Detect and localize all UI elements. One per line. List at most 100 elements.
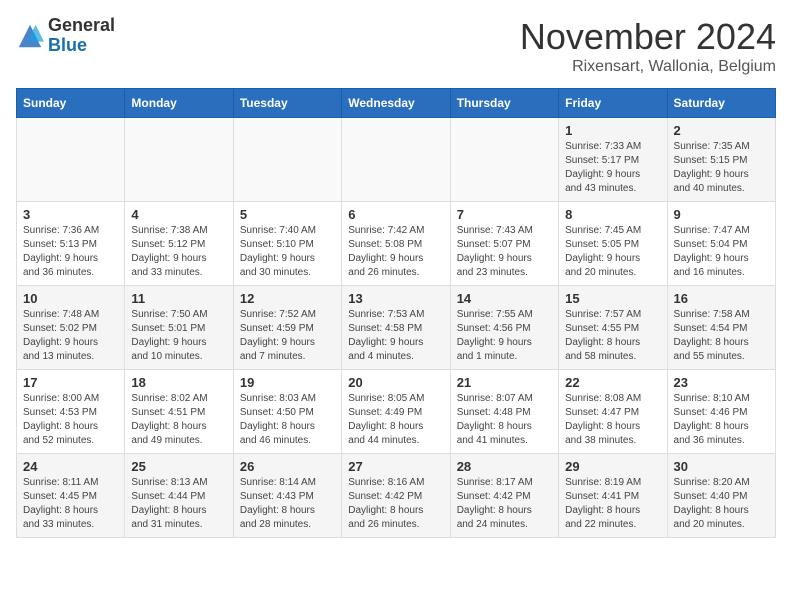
day-number: 24 — [23, 459, 118, 474]
day-number: 12 — [240, 291, 335, 306]
day-detail: Sunrise: 8:16 AM Sunset: 4:42 PM Dayligh… — [348, 476, 443, 532]
day-detail: Sunrise: 7:57 AM Sunset: 4:55 PM Dayligh… — [565, 308, 660, 364]
day-cell — [450, 118, 558, 202]
week-row-3: 10Sunrise: 7:48 AM Sunset: 5:02 PM Dayli… — [17, 286, 776, 370]
logo-text: General Blue — [48, 16, 115, 56]
day-detail: Sunrise: 8:10 AM Sunset: 4:46 PM Dayligh… — [674, 392, 769, 448]
calendar-table: SundayMondayTuesdayWednesdayThursdayFrid… — [16, 88, 776, 538]
day-detail: Sunrise: 8:03 AM Sunset: 4:50 PM Dayligh… — [240, 392, 335, 448]
day-cell — [342, 118, 450, 202]
day-number: 26 — [240, 459, 335, 474]
day-detail: Sunrise: 7:33 AM Sunset: 5:17 PM Dayligh… — [565, 140, 660, 196]
header: General Blue November 2024 Rixensart, Wa… — [16, 16, 776, 76]
day-number: 6 — [348, 207, 443, 222]
day-detail: Sunrise: 8:19 AM Sunset: 4:41 PM Dayligh… — [565, 476, 660, 532]
day-cell: 25 Sunrise: 8:13 AM Sunset: 4:44 PM Dayli… — [125, 454, 233, 538]
day-number: 17 — [23, 375, 118, 390]
day-detail: Sunrise: 7:55 AM Sunset: 4:56 PM Dayligh… — [457, 308, 552, 364]
day-cell: 6 Sunrise: 7:42 AM Sunset: 5:08 PM Daylig… — [342, 202, 450, 286]
day-detail: Sunrise: 7:47 AM Sunset: 5:04 PM Dayligh… — [674, 224, 769, 280]
day-cell: 24 Sunrise: 8:11 AM Sunset: 4:45 PM Dayli… — [17, 454, 125, 538]
day-detail: Sunrise: 7:43 AM Sunset: 5:07 PM Dayligh… — [457, 224, 552, 280]
day-detail: Sunrise: 7:50 AM Sunset: 5:01 PM Dayligh… — [131, 308, 226, 364]
day-detail: Sunrise: 8:11 AM Sunset: 4:45 PM Dayligh… — [23, 476, 118, 532]
day-detail: Sunrise: 7:42 AM Sunset: 5:08 PM Dayligh… — [348, 224, 443, 280]
day-number: 9 — [674, 207, 769, 222]
day-cell: 18Sunrise: 8:02 AM Sunset: 4:51 PM Dayli… — [125, 370, 233, 454]
day-number: 5 — [240, 207, 335, 222]
day-detail: Sunrise: 7:45 AM Sunset: 5:05 PM Dayligh… — [565, 224, 660, 280]
header-monday: Monday — [125, 89, 233, 118]
day-number: 20 — [348, 375, 443, 390]
header-row: SundayMondayTuesdayWednesdayThursdayFrid… — [17, 89, 776, 118]
day-detail: Sunrise: 8:17 AM Sunset: 4:42 PM Dayligh… — [457, 476, 552, 532]
day-detail: Sunrise: 7:52 AM Sunset: 4:59 PM Dayligh… — [240, 308, 335, 364]
day-cell: 22 Sunrise: 8:08 AM Sunset: 4:47 PM Dayli… — [559, 370, 667, 454]
day-detail: Sunrise: 8:05 AM Sunset: 4:49 PM Dayligh… — [348, 392, 443, 448]
week-row-2: 3Sunrise: 7:36 AM Sunset: 5:13 PM Daylig… — [17, 202, 776, 286]
location-title: Rixensart, Wallonia, Belgium — [520, 58, 776, 76]
day-cell: 5 Sunrise: 7:40 AM Sunset: 5:10 PM Daylig… — [233, 202, 341, 286]
week-row-1: 1 Sunrise: 7:33 AM Sunset: 5:17 PM Daylig… — [17, 118, 776, 202]
day-number: 22 — [565, 375, 660, 390]
day-cell — [17, 118, 125, 202]
day-number: 7 — [457, 207, 552, 222]
day-detail: Sunrise: 8:00 AM Sunset: 4:53 PM Dayligh… — [23, 392, 118, 448]
title-area: November 2024 Rixensart, Wallonia, Belgi… — [520, 16, 776, 76]
month-title: November 2024 — [520, 16, 776, 58]
day-number: 13 — [348, 291, 443, 306]
day-cell — [125, 118, 233, 202]
day-number: 23 — [674, 375, 769, 390]
day-detail: Sunrise: 8:14 AM Sunset: 4:43 PM Dayligh… — [240, 476, 335, 532]
day-cell: 2Sunrise: 7:35 AM Sunset: 5:15 PM Daylig… — [667, 118, 775, 202]
day-cell: 29 Sunrise: 8:19 AM Sunset: 4:41 PM Dayli… — [559, 454, 667, 538]
header-saturday: Saturday — [667, 89, 775, 118]
calendar-body: 1 Sunrise: 7:33 AM Sunset: 5:17 PM Daylig… — [17, 118, 776, 538]
day-detail: Sunrise: 7:58 AM Sunset: 4:54 PM Dayligh… — [674, 308, 769, 364]
header-thursday: Thursday — [450, 89, 558, 118]
day-detail: Sunrise: 8:08 AM Sunset: 4:47 PM Dayligh… — [565, 392, 660, 448]
day-cell: 28 Sunrise: 8:17 AM Sunset: 4:42 PM Dayli… — [450, 454, 558, 538]
logo-icon — [16, 22, 44, 50]
week-row-5: 24 Sunrise: 8:11 AM Sunset: 4:45 PM Dayli… — [17, 454, 776, 538]
day-detail: Sunrise: 7:48 AM Sunset: 5:02 PM Dayligh… — [23, 308, 118, 364]
day-number: 3 — [23, 207, 118, 222]
day-detail: Sunrise: 7:38 AM Sunset: 5:12 PM Dayligh… — [131, 224, 226, 280]
day-cell: 7 Sunrise: 7:43 AM Sunset: 5:07 PM Daylig… — [450, 202, 558, 286]
header-tuesday: Tuesday — [233, 89, 341, 118]
header-sunday: Sunday — [17, 89, 125, 118]
day-number: 15 — [565, 291, 660, 306]
day-detail: Sunrise: 8:07 AM Sunset: 4:48 PM Dayligh… — [457, 392, 552, 448]
day-cell: 15 Sunrise: 7:57 AM Sunset: 4:55 PM Dayli… — [559, 286, 667, 370]
day-cell: 23 Sunrise: 8:10 AM Sunset: 4:46 PM Dayli… — [667, 370, 775, 454]
day-cell: 12 Sunrise: 7:52 AM Sunset: 4:59 PM Dayli… — [233, 286, 341, 370]
day-detail: Sunrise: 8:02 AM Sunset: 4:51 PM Dayligh… — [131, 392, 226, 448]
calendar-header: SundayMondayTuesdayWednesdayThursdayFrid… — [17, 89, 776, 118]
day-cell: 16Sunrise: 7:58 AM Sunset: 4:54 PM Dayli… — [667, 286, 775, 370]
day-cell: 20 Sunrise: 8:05 AM Sunset: 4:49 PM Dayli… — [342, 370, 450, 454]
day-number: 28 — [457, 459, 552, 474]
day-detail: Sunrise: 8:20 AM Sunset: 4:40 PM Dayligh… — [674, 476, 769, 532]
day-number: 1 — [565, 123, 660, 138]
day-number: 4 — [131, 207, 226, 222]
day-cell: 30 Sunrise: 8:20 AM Sunset: 4:40 PM Dayli… — [667, 454, 775, 538]
day-cell: 26 Sunrise: 8:14 AM Sunset: 4:43 PM Dayli… — [233, 454, 341, 538]
day-number: 29 — [565, 459, 660, 474]
day-number: 30 — [674, 459, 769, 474]
day-detail: Sunrise: 7:40 AM Sunset: 5:10 PM Dayligh… — [240, 224, 335, 280]
day-number: 21 — [457, 375, 552, 390]
day-number: 25 — [131, 459, 226, 474]
logo-blue: Blue — [48, 35, 87, 55]
day-cell: 8 Sunrise: 7:45 AM Sunset: 5:05 PM Daylig… — [559, 202, 667, 286]
day-detail: Sunrise: 8:13 AM Sunset: 4:44 PM Dayligh… — [131, 476, 226, 532]
day-cell: 9 Sunrise: 7:47 AM Sunset: 5:04 PM Daylig… — [667, 202, 775, 286]
day-number: 19 — [240, 375, 335, 390]
day-cell: 10Sunrise: 7:48 AM Sunset: 5:02 PM Dayli… — [17, 286, 125, 370]
day-number: 27 — [348, 459, 443, 474]
logo-general: General — [48, 15, 115, 35]
day-cell: 14Sunrise: 7:55 AM Sunset: 4:56 PM Dayli… — [450, 286, 558, 370]
day-number: 8 — [565, 207, 660, 222]
day-cell: 21 Sunrise: 8:07 AM Sunset: 4:48 PM Dayli… — [450, 370, 558, 454]
day-cell: 4 Sunrise: 7:38 AM Sunset: 5:12 PM Daylig… — [125, 202, 233, 286]
day-cell: 17 Sunrise: 8:00 AM Sunset: 4:53 PM Dayli… — [17, 370, 125, 454]
